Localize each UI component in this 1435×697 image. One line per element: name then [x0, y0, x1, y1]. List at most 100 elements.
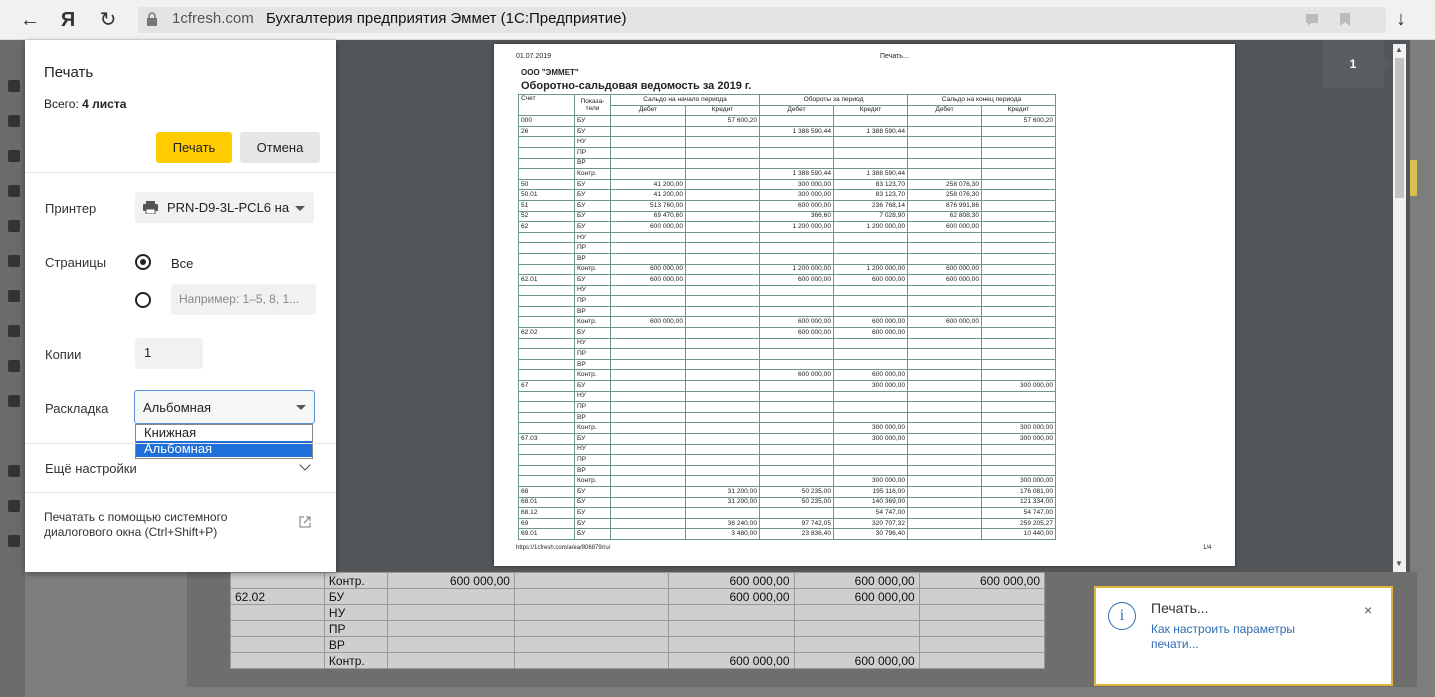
amount-cell: [907, 485, 982, 498]
col-credit: Кредит: [833, 104, 908, 117]
indicator-cell: ПР: [574, 295, 611, 307]
amount-cell: [759, 146, 834, 159]
amount-cell: 62 808,30: [907, 210, 982, 223]
amount-cell: [981, 231, 1056, 244]
table-row: 67 БУ 300 000,00 300 000,00: [518, 380, 1056, 392]
account-cell: [518, 358, 575, 371]
url-host[interactable]: 1cfresh.com: [172, 10, 254, 27]
amount-cell: [759, 411, 834, 424]
close-icon[interactable]: ×: [1364, 602, 1372, 618]
indicator-cell: ВР: [574, 411, 611, 424]
bookmark-icon[interactable]: [1339, 12, 1351, 27]
table-row: ВР: [518, 305, 1056, 318]
amount-cell: [981, 327, 1056, 339]
indicator-cell: БУ: [574, 274, 611, 286]
menu-icon: [8, 115, 20, 127]
amount-cell: 600 000,00: [759, 369, 834, 382]
amount-cell: [907, 433, 982, 445]
layout-dropdown[interactable]: Книжная Альбомная: [135, 424, 313, 459]
notification-toast: i Печать... Как настроить параметры печа…: [1094, 586, 1393, 686]
amount-cell: 600 000,00: [907, 316, 982, 329]
amount-cell: 600 000,00: [668, 572, 795, 589]
amount-cell: 236 768,14: [833, 199, 908, 212]
org-name: ООО "ЭММЕТ": [521, 68, 579, 77]
amount-cell: [513, 588, 670, 605]
amount-cell: 1 388 590,44: [759, 168, 834, 180]
app-sidebar: [0, 40, 25, 697]
amount-cell: [610, 252, 686, 265]
account-cell: [518, 464, 575, 477]
print-button[interactable]: Печать: [156, 132, 232, 163]
more-settings[interactable]: Ещё настройки: [45, 461, 137, 476]
scroll-down-icon[interactable]: ▼: [1395, 559, 1403, 568]
amount-cell: [833, 146, 908, 159]
amount-cell: 600 000,00: [793, 588, 920, 605]
indicator-cell: БУ: [574, 496, 611, 509]
indicator-cell: ВР: [323, 636, 388, 653]
col-account: Счет: [518, 93, 575, 117]
account-cell: [518, 136, 575, 148]
bubble-icon[interactable]: [1305, 13, 1319, 27]
table-row: Контр. 300 000,00 300 000,00: [518, 422, 1056, 434]
amount-cell: 1 388 590,44: [759, 125, 834, 138]
toast-help-link[interactable]: Как настроить параметры печати...: [1151, 622, 1341, 652]
layout-option-portrait[interactable]: Книжная: [136, 425, 312, 441]
amount-cell: [981, 369, 1056, 382]
preview-scrollbar[interactable]: ▲ ▼: [1393, 44, 1406, 572]
account-cell: [518, 422, 575, 434]
amount-cell: [759, 242, 834, 254]
account-cell: [518, 146, 575, 159]
account-cell: [230, 604, 325, 621]
indicator-cell: Контр.: [574, 422, 611, 434]
download-icon[interactable]: ↓: [1396, 8, 1406, 31]
amount-cell: 300 000,00: [981, 475, 1056, 487]
table-row: 000 БУ 57 600,20 57 600,20: [518, 115, 1056, 127]
table-row: 26 БУ 1 388 590,44 1 388 590,44: [518, 125, 1056, 138]
reload-icon[interactable]: ↻: [96, 8, 120, 32]
indicator-cell: НУ: [574, 337, 611, 350]
indicator-cell: ВР: [574, 252, 611, 265]
amount-cell: [610, 528, 686, 540]
account-cell: [518, 337, 575, 350]
amount-cell: [610, 358, 686, 371]
layout-select[interactable]: Альбомная: [134, 390, 315, 424]
amount-cell: 7 028,90: [833, 210, 908, 223]
amount-cell: 366,60: [759, 210, 834, 223]
amount-cell: 600 000,00: [610, 274, 686, 286]
amount-cell: [685, 221, 760, 233]
yandex-logo[interactable]: Я: [56, 8, 80, 32]
indicator-cell: ПР: [574, 454, 611, 466]
amount-cell: [759, 464, 834, 477]
amount-cell: [386, 620, 515, 637]
amount-cell: [759, 475, 834, 487]
amount-cell: [833, 115, 908, 127]
scroll-up-icon[interactable]: ▲: [1395, 45, 1403, 54]
amount-cell: [907, 380, 982, 392]
cancel-button[interactable]: Отмена: [240, 132, 320, 163]
pages-custom-radio[interactable]: [135, 292, 151, 308]
amount-cell: 300 000,00: [833, 475, 908, 487]
amount-cell: [759, 348, 834, 360]
chevron-down-icon[interactable]: [299, 459, 311, 471]
account-cell: [518, 475, 575, 487]
copies-input[interactable]: 1: [135, 338, 203, 369]
amount-cell: 600 000,00: [668, 652, 795, 669]
account-cell: 67.03: [518, 433, 575, 445]
page-title: Бухгалтерия предприятия Эммет (1С:Предпр…: [266, 10, 627, 27]
system-dialog-link[interactable]: Печатать с помощью системного диалоговог…: [44, 510, 284, 540]
external-link-icon[interactable]: [299, 516, 311, 528]
pages-all-radio[interactable]: [135, 254, 151, 270]
indicator-cell: НУ: [574, 443, 611, 456]
back-icon[interactable]: ←: [18, 8, 42, 32]
amount-cell: [386, 604, 515, 621]
scroll-thumb[interactable]: [1395, 58, 1404, 198]
page-thumbnail-badge[interactable]: 1: [1322, 40, 1392, 88]
amount-cell: [685, 178, 760, 191]
account-cell: 000: [518, 115, 575, 127]
printer-icon: [143, 201, 158, 214]
col-credit: Кредит: [685, 104, 760, 117]
pages-input[interactable]: Например: 1–5, 8, 1...: [171, 284, 316, 315]
amount-cell: 600 000,00: [759, 316, 834, 329]
indicator-cell: ПР: [574, 242, 611, 254]
printer-select[interactable]: PRN-D9-3L-PCL6 на: [135, 192, 314, 223]
